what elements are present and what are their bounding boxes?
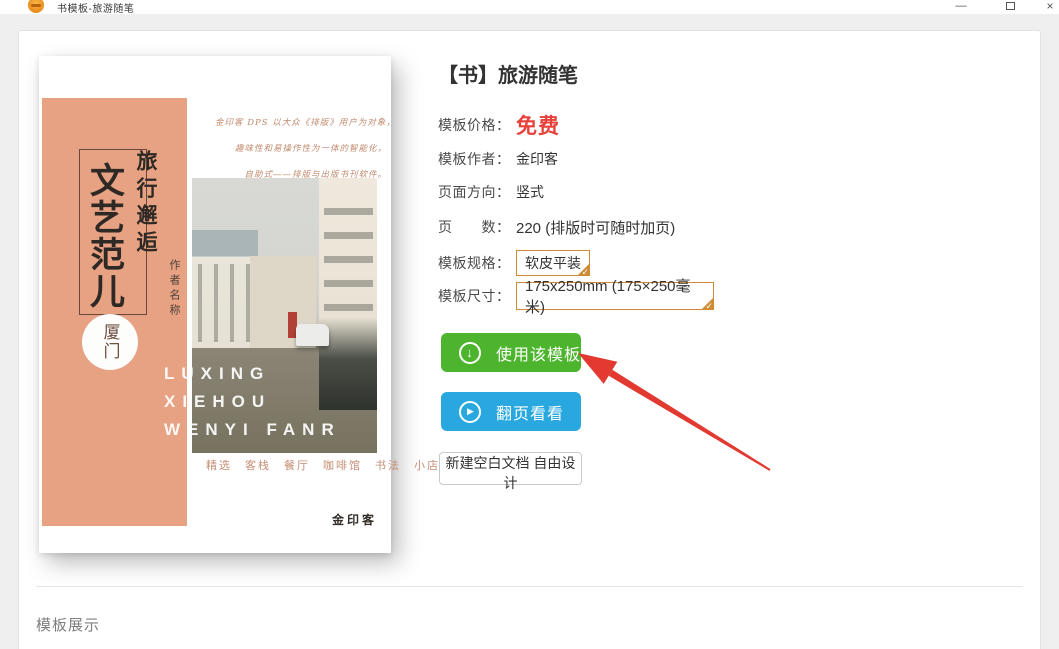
author-row: 模板作者： 金印客 (438, 148, 558, 170)
spec-dropdown-value: 软皮平装 (525, 255, 581, 271)
download-icon: ↓ (459, 341, 481, 364)
photo-car (296, 324, 329, 346)
check-icon: ✓ (705, 301, 713, 311)
section-title: 模板展示 (36, 617, 101, 634)
flip-preview-label: 翻页看看 (496, 405, 565, 423)
spec-label: 模板规格： (438, 255, 511, 271)
cover-tags: 精选 客栈 餐厅 咖啡馆 书法 小店 (206, 460, 440, 472)
new-blank-doc-button[interactable]: 新建空白文档 自由设计 (439, 452, 582, 491)
author-value: 金印客 (516, 151, 558, 167)
price-value: 免费 (516, 115, 560, 138)
close-button[interactable]: × (1036, 0, 1059, 14)
pages-label: 页 数： (438, 219, 511, 235)
author-label: 模板作者： (438, 151, 511, 167)
use-template-button[interactable]: ↓ 使用该模板 (441, 333, 581, 372)
cover-latin-line: XIEHOU (164, 392, 272, 411)
spec-dropdown[interactable]: 软皮平装 ✓ (516, 250, 590, 277)
app-window: 书模板-旅游随笔 — × 文艺范儿 旅行邂逅 作者名称 厦门 金印客 DPS 以… (0, 0, 1059, 649)
minimize-button[interactable]: — (947, 0, 975, 14)
spec-row: 模板规格： 软皮平装 ✓ (438, 250, 590, 277)
cover-title-sub: 旅行邂逅 (134, 150, 159, 258)
app-logo-icon (28, 0, 44, 13)
cover-tagline: 金印客 DPS 以大众《排版》用户为对象， 趣味性和易操作性为一体的智能化， 自… (215, 110, 396, 188)
cover-latin-line: LUXING (164, 364, 271, 383)
size-dropdown-value: 175x250mm (175×250毫米) (525, 278, 691, 316)
cover-tagline-line: 趣味性和易操作性为一体的智能化， (234, 144, 387, 154)
section-divider (36, 586, 1023, 587)
cover-latin-line: WENYI FANR (164, 420, 341, 439)
cover-latin-title: LUXING XIEHOU WENYI FANR (164, 360, 341, 444)
size-label: 模板尺寸： (438, 288, 511, 304)
pages-row: 页 数： 220 (排版时可随时加页) (438, 216, 675, 238)
size-dropdown[interactable]: 175x250mm (175×250毫米) ✓ (516, 278, 714, 316)
price-row: 模板价格： 免费 (438, 111, 560, 139)
detail-panel: 【书】旅游随笔 模板价格： 免费 模板作者： 金印客 页面方向： 竖式 页 数：… (438, 31, 1028, 631)
orientation-label: 页面方向： (438, 184, 511, 200)
cover-city-text: 厦门 (99, 323, 120, 361)
play-icon: ▶ (459, 400, 481, 423)
photo-building-left (192, 230, 258, 348)
flip-preview-button[interactable]: ▶ 翻页看看 (441, 392, 581, 431)
template-detail-card: 文艺范儿 旅行邂逅 作者名称 厦门 金印客 DPS 以大众《排版》用户为对象， … (18, 30, 1041, 649)
cover-city-stamp: 厦门 (82, 314, 138, 370)
orientation-value: 竖式 (516, 184, 544, 200)
use-template-label: 使用该模板 (496, 346, 582, 364)
book-cover-preview[interactable]: 文艺范儿 旅行邂逅 作者名称 厦门 金印客 DPS 以大众《排版》用户为对象， … (39, 56, 438, 553)
cover-author-placeholder: 作者名称 (168, 259, 180, 319)
maximize-icon (1005, 2, 1015, 10)
titlebar: 书模板-旅游随笔 — × (0, 0, 1059, 14)
template-title: 【书】旅游随笔 (438, 65, 578, 87)
price-label: 模板价格： (438, 117, 511, 133)
orientation-row: 页面方向： 竖式 (438, 181, 544, 203)
cover-tagline-line: 金印客 DPS 以大众《排版》用户为对象， (215, 118, 396, 128)
check-icon: ✓ (581, 267, 589, 277)
window-title: 书模板-旅游随笔 (57, 4, 135, 14)
cover-brand: 金印客 (331, 513, 377, 527)
pages-value: 220 (排版时可随时加页) (516, 219, 676, 237)
size-row: 模板尺寸： 175x250mm (175×250毫米) ✓ (438, 278, 714, 316)
maximize-button[interactable] (996, 0, 1024, 14)
